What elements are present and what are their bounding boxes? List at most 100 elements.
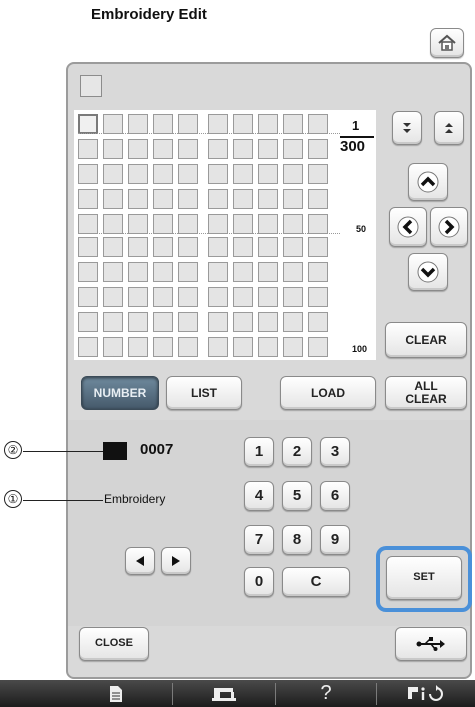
- thread-color-cell[interactable]: [208, 114, 228, 134]
- thread-color-cell[interactable]: [308, 312, 328, 332]
- key-0[interactable]: 0: [244, 567, 274, 597]
- thread-color-cell[interactable]: [258, 237, 278, 257]
- thread-color-cell[interactable]: [103, 262, 123, 282]
- load-button[interactable]: LOAD: [280, 376, 376, 410]
- thread-color-cell[interactable]: [78, 214, 98, 234]
- thread-color-cell[interactable]: [208, 189, 228, 209]
- thread-color-cell[interactable]: [128, 262, 148, 282]
- thread-color-cell[interactable]: [153, 214, 173, 234]
- key-6[interactable]: 6: [320, 481, 350, 511]
- thread-color-cell[interactable]: [208, 312, 228, 332]
- home-button[interactable]: [430, 28, 464, 58]
- thread-color-cell[interactable]: [308, 262, 328, 282]
- thread-color-cell[interactable]: [178, 312, 198, 332]
- thread-color-cell[interactable]: [153, 189, 173, 209]
- thread-color-cell[interactable]: [153, 312, 173, 332]
- thread-color-cell[interactable]: [153, 237, 173, 257]
- thread-color-cell[interactable]: [308, 139, 328, 159]
- move-left-button[interactable]: [389, 207, 427, 247]
- thread-color-cell[interactable]: [308, 287, 328, 307]
- key-8[interactable]: 8: [282, 525, 312, 555]
- usb-button[interactable]: [395, 627, 467, 661]
- thread-color-cell[interactable]: [208, 164, 228, 184]
- thread-color-cell[interactable]: [178, 139, 198, 159]
- thread-color-cell[interactable]: [283, 337, 303, 357]
- thread-color-cell[interactable]: [233, 139, 253, 159]
- thread-color-cell[interactable]: [233, 287, 253, 307]
- thread-color-cell[interactable]: [283, 114, 303, 134]
- thread-color-cell[interactable]: [233, 262, 253, 282]
- key-2[interactable]: 2: [282, 437, 312, 467]
- thread-color-cell[interactable]: [78, 139, 98, 159]
- thread-color-cell[interactable]: [178, 287, 198, 307]
- thread-color-cell[interactable]: [208, 139, 228, 159]
- thread-color-cell[interactable]: [78, 164, 98, 184]
- thread-color-cell[interactable]: [233, 214, 253, 234]
- thread-color-cell[interactable]: [78, 337, 98, 357]
- thread-color-cell[interactable]: [308, 337, 328, 357]
- key-c[interactable]: C: [282, 567, 350, 597]
- thread-color-cell[interactable]: [233, 312, 253, 332]
- thread-color-cell[interactable]: [178, 114, 198, 134]
- thread-color-cell[interactable]: [128, 189, 148, 209]
- close-button[interactable]: CLOSE: [79, 627, 149, 661]
- thread-color-cell[interactable]: [128, 312, 148, 332]
- tab-help[interactable]: ?: [276, 680, 376, 707]
- set-button[interactable]: SET: [386, 556, 462, 600]
- thread-color-cell[interactable]: [233, 164, 253, 184]
- number-mode-button[interactable]: NUMBER: [81, 376, 159, 410]
- clear-button[interactable]: CLEAR: [385, 322, 467, 358]
- thread-color-cell[interactable]: [283, 189, 303, 209]
- thread-color-cell[interactable]: [178, 164, 198, 184]
- brand-prev-button[interactable]: [125, 547, 155, 575]
- thread-color-cell[interactable]: [308, 214, 328, 234]
- tab-info-settings[interactable]: [377, 680, 475, 707]
- thread-color-cell[interactable]: [308, 114, 328, 134]
- thread-color-cell[interactable]: [103, 237, 123, 257]
- thread-color-cell[interactable]: [308, 237, 328, 257]
- thread-color-cell[interactable]: [283, 139, 303, 159]
- thread-color-cell[interactable]: [233, 114, 253, 134]
- thread-color-cell[interactable]: [258, 312, 278, 332]
- thread-color-cell[interactable]: [78, 312, 98, 332]
- thread-color-cell[interactable]: [258, 139, 278, 159]
- thread-color-cell[interactable]: [258, 287, 278, 307]
- brand-next-button[interactable]: [161, 547, 191, 575]
- key-7[interactable]: 7: [244, 525, 274, 555]
- thread-color-cell[interactable]: [128, 214, 148, 234]
- thread-color-cell[interactable]: [283, 262, 303, 282]
- thread-color-cell[interactable]: [283, 214, 303, 234]
- thread-color-cell[interactable]: [103, 287, 123, 307]
- key-3[interactable]: 3: [320, 437, 350, 467]
- move-down-button[interactable]: [408, 253, 448, 291]
- thread-color-cell[interactable]: [178, 337, 198, 357]
- thread-color-cell[interactable]: [258, 337, 278, 357]
- tab-sewing-machine[interactable]: [173, 680, 275, 707]
- thread-color-cell[interactable]: [128, 237, 148, 257]
- thread-color-cell[interactable]: [308, 189, 328, 209]
- thread-color-cell[interactable]: [178, 214, 198, 234]
- thread-color-cell[interactable]: [153, 287, 173, 307]
- thread-color-cell[interactable]: [258, 114, 278, 134]
- thread-color-cell[interactable]: [128, 337, 148, 357]
- thread-color-cell[interactable]: [208, 287, 228, 307]
- thread-color-cell[interactable]: [103, 337, 123, 357]
- thread-color-cell[interactable]: [103, 114, 123, 134]
- thread-color-cell[interactable]: [258, 189, 278, 209]
- thread-color-cell[interactable]: [258, 214, 278, 234]
- thread-color-cell[interactable]: [233, 189, 253, 209]
- page-up-button[interactable]: [434, 111, 464, 145]
- thread-color-cell[interactable]: [128, 114, 148, 134]
- thread-color-cell[interactable]: [233, 237, 253, 257]
- thread-color-cell[interactable]: [103, 164, 123, 184]
- key-5[interactable]: 5: [282, 481, 312, 511]
- thread-color-cell[interactable]: [78, 237, 98, 257]
- thread-color-cell[interactable]: [128, 287, 148, 307]
- thread-color-cell[interactable]: [153, 139, 173, 159]
- thread-color-cell[interactable]: [283, 164, 303, 184]
- list-mode-button[interactable]: LIST: [166, 376, 242, 410]
- thread-color-cell[interactable]: [308, 164, 328, 184]
- thread-color-cell[interactable]: [208, 337, 228, 357]
- thread-color-cell[interactable]: [153, 114, 173, 134]
- move-up-button[interactable]: [408, 163, 448, 201]
